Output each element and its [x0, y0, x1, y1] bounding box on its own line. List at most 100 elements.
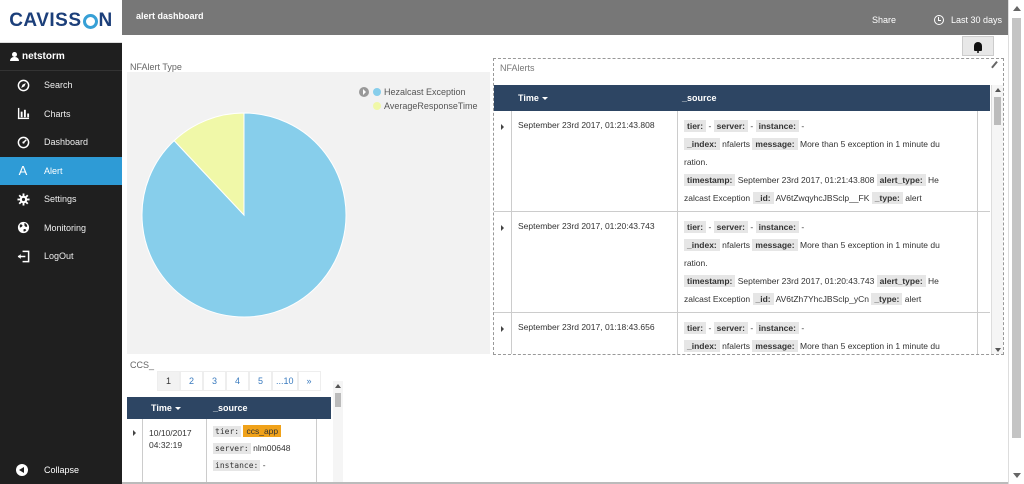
gear-icon — [16, 192, 30, 206]
cavisson-logo[interactable]: CAVISS N — [0, 0, 122, 43]
ccs-table: Time _source 10/10/2017 04:32:19 tier: c… — [127, 397, 331, 484]
nfalerts-scrollbar[interactable] — [991, 85, 1003, 354]
field-key: message: — [752, 138, 798, 150]
field-key: tier: — [684, 221, 707, 233]
field-key: instance: — [213, 460, 261, 471]
field-key: timestamp: — [684, 275, 736, 287]
column-header-source[interactable]: _source — [207, 403, 248, 413]
table-header: Time _source — [494, 85, 990, 111]
time-range-picker[interactable]: Last 30 days — [933, 15, 1002, 25]
sidebar-item-logout[interactable]: LogOut — [0, 242, 122, 271]
logo-text-left: CAVISS — [9, 10, 82, 31]
nfalerts-panel: NFAlerts Time _source September 23rd 201… — [493, 58, 1004, 355]
scroll-up-icon[interactable] — [335, 384, 341, 388]
pie-panel-title: NFAlert Type — [130, 62, 182, 72]
sidebar-item-monitoring[interactable]: Monitoring — [0, 214, 122, 243]
field-key: alert_type: — [876, 174, 926, 186]
nfalerts-title: NFAlerts — [500, 63, 535, 73]
sidebar-item-search[interactable]: Search — [0, 71, 122, 100]
field-key: _id: — [752, 293, 774, 305]
scroll-up-icon[interactable] — [1013, 6, 1021, 11]
scroll-down-icon[interactable] — [995, 348, 1001, 352]
page-1[interactable]: 1 — [157, 371, 180, 391]
share-button[interactable]: Share — [872, 15, 896, 25]
compass-icon — [16, 78, 30, 92]
logo-text-right: N — [98, 10, 113, 31]
sidebar: CAVISS N netstorm Search Charts Dashboard… — [0, 0, 122, 484]
logout-icon — [16, 249, 30, 263]
field-key: _index: — [684, 138, 720, 150]
row-expand-toggle[interactable] — [127, 419, 143, 484]
ccs-scrollbar[interactable] — [333, 381, 343, 484]
table-row: September 23rd 2017, 01:21:43.808 tier: … — [494, 111, 990, 212]
field-key: server: — [713, 322, 749, 334]
legend-label: AverageResponseTime — [384, 101, 478, 111]
scroll-thumb[interactable] — [994, 97, 1001, 125]
user-info[interactable]: netstorm — [0, 43, 122, 71]
ccs-panel-title: CCS_ — [130, 360, 155, 370]
logo-o-icon — [82, 13, 98, 29]
column-header-time[interactable]: Time — [494, 93, 678, 103]
dashboard-icon — [16, 135, 30, 149]
page-2[interactable]: 2 — [180, 371, 203, 391]
nfalert-type-panel: Hezalcast Exception AverageResponseTime — [127, 72, 490, 354]
page-title: alert dashboard — [136, 11, 204, 21]
page-next[interactable]: » — [297, 371, 321, 391]
row-expand-toggle[interactable] — [494, 313, 512, 354]
sidebar-item-label: Alert — [44, 165, 63, 176]
field-key: server: — [713, 221, 749, 233]
collapse-button[interactable]: Collapse — [16, 464, 79, 476]
field-key: _index: — [684, 239, 720, 251]
row-time: September 23rd 2017, 01:21:43.808 — [512, 111, 678, 211]
pie-chart — [141, 112, 347, 318]
page-4[interactable]: 4 — [226, 371, 249, 391]
legend-swatch — [373, 88, 381, 96]
field-key: message: — [752, 340, 798, 352]
row-time: September 23rd 2017, 01:20:43.743 — [512, 212, 678, 312]
sort-caret-icon — [174, 406, 181, 410]
row-source: tier: - server: - instance: - _index: nf… — [678, 313, 978, 354]
column-label: Time — [151, 403, 172, 413]
field-key: alert_type: — [876, 275, 926, 287]
sidebar-item-dashboard[interactable]: Dashboard — [0, 128, 122, 157]
scroll-down-icon[interactable] — [1013, 473, 1021, 478]
row-source: tier: - server: - instance: - _index: nf… — [678, 111, 978, 211]
page-5[interactable]: 5 — [249, 371, 272, 391]
sidebar-item-charts[interactable]: Charts — [0, 100, 122, 129]
legend-item-hezalcast[interactable]: Hezalcast Exception — [359, 85, 478, 99]
row-source: tier: - server: - instance: - _index: nf… — [678, 212, 978, 312]
globe-icon — [16, 221, 30, 235]
sort-caret-icon — [541, 96, 548, 100]
scroll-thumb[interactable] — [1012, 18, 1021, 438]
page-10[interactable]: ...10 — [272, 371, 298, 391]
legend-item-avg-response[interactable]: AverageResponseTime — [359, 99, 478, 113]
field-key: _type: — [871, 293, 903, 305]
table-header: Time _source — [127, 397, 331, 419]
row-expand-toggle[interactable] — [494, 111, 512, 211]
field-key: instance: — [755, 322, 799, 334]
page-3[interactable]: 3 — [203, 371, 226, 391]
nfalerts-table: Time _source September 23rd 2017, 01:21:… — [494, 85, 990, 354]
page-scrollbar[interactable] — [1008, 0, 1024, 484]
legend-label: Hezalcast Exception — [384, 87, 466, 97]
field-key: timestamp: — [684, 174, 736, 186]
scroll-thumb[interactable] — [335, 393, 341, 407]
sidebar-item-label: LogOut — [44, 251, 74, 262]
edit-pencil-icon[interactable] — [991, 61, 1001, 71]
scroll-up-icon[interactable] — [995, 88, 1001, 92]
table-row: September 23rd 2017, 01:18:43.656 tier: … — [494, 313, 990, 354]
pagination: 1 2 3 4 5 ...10 » — [157, 371, 321, 391]
bar-chart-icon — [16, 107, 30, 121]
field-key: server: — [213, 443, 251, 454]
row-source: tier: ccs_app server: nlm00648 instance:… — [207, 419, 317, 484]
legend-nav-arrow-icon[interactable] — [359, 87, 369, 97]
column-header-source[interactable]: _source — [678, 93, 717, 103]
row-expand-toggle[interactable] — [494, 212, 512, 312]
sidebar-item-alert[interactable]: A Alert — [0, 156, 122, 185]
column-header-time[interactable]: Time — [127, 403, 207, 413]
pie-legend: Hezalcast Exception AverageResponseTime — [359, 85, 478, 113]
top-bar: alert dashboard Share Last 30 days — [122, 0, 1008, 35]
notifications-button[interactable] — [962, 36, 994, 56]
sidebar-item-settings[interactable]: Settings — [0, 185, 122, 214]
field-key: server: — [713, 120, 749, 132]
